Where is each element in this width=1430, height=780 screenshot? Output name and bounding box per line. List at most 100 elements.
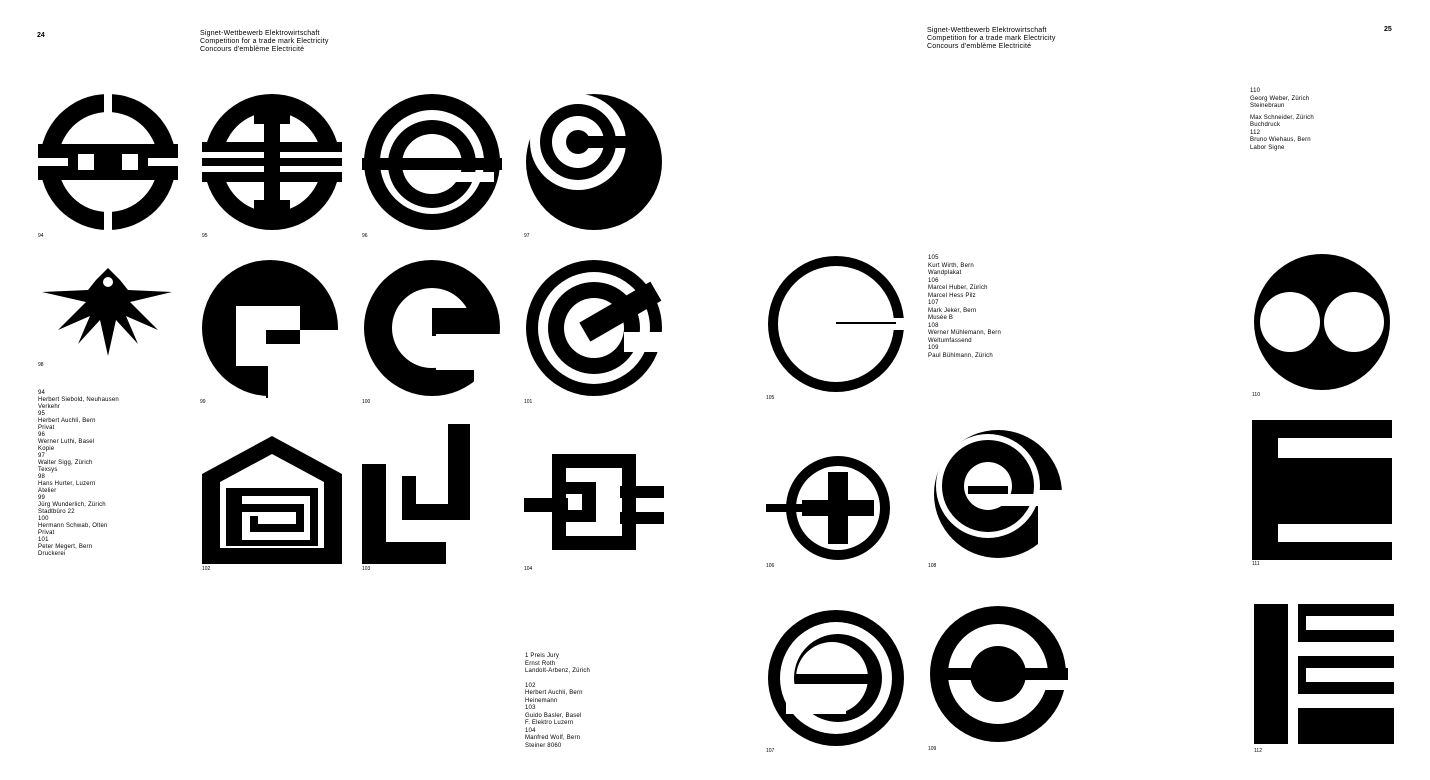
credit-line: Hans Hurter, Luzern [38, 481, 96, 487]
left-page-number: 24 [37, 32, 45, 39]
caption: 104 [524, 566, 533, 572]
caption: 109 [928, 746, 937, 752]
credit-line: Texsys [38, 467, 58, 473]
caption: 97 [524, 233, 530, 239]
right-mid-credits: 105 Kurt Wirth, Bern Wandplakat 106 Marc… [928, 255, 1001, 360]
logo-110 [1252, 252, 1392, 392]
logo-102 [202, 424, 342, 564]
credit-line: Hermann Schwab, Olten [38, 523, 108, 529]
credit-line: Verkehr [38, 404, 61, 410]
credit-line: Privat [38, 530, 55, 536]
credit-line: Labor Signe [1250, 144, 1285, 151]
credit-line: 96 [38, 432, 46, 438]
credit-line: 94 [38, 390, 46, 396]
credit-line: Paul Bühlmann, Zürich [928, 352, 993, 359]
credit-line: Landolt-Arbenz, Zürich [525, 668, 591, 674]
credit-line: 100 [38, 516, 49, 522]
credit-line: 105 [928, 255, 939, 261]
caption: 103 [362, 566, 371, 572]
credit-line: Herbert Siebold, Neuhausen [38, 397, 119, 403]
right-header: Signet-Wettbewerb Elektrowirtschaft Comp… [927, 27, 1056, 51]
left-credits: 94 Herbert Siebold, Neuhausen Verkehr 95… [38, 390, 119, 558]
credit-line: Atelier [38, 488, 57, 494]
logo-112 [1254, 604, 1394, 744]
right-top-credits: 110 Georg Weber, Zürich Steinebraun Max … [1250, 88, 1314, 152]
credit-line: Werner Mühlemann, Bern [928, 330, 1001, 336]
caption: 99 [200, 399, 206, 405]
logo-96 [362, 92, 502, 232]
credit-line: Marcel Huber, Zürich [928, 285, 988, 291]
credit-line: F. Elektro Luzern [525, 720, 574, 726]
logo-103 [362, 424, 502, 564]
credit-line: Privat [38, 425, 55, 431]
logo-106 [766, 424, 906, 564]
logo-101 [524, 258, 664, 398]
credit-line: Stadtbüro 22 [38, 509, 75, 515]
right-page-number: 25 [1384, 26, 1392, 33]
credit-line: Weltumfassend [928, 337, 972, 344]
caption: 95 [202, 233, 208, 239]
credit-line: Kurt Wirth, Bern [928, 262, 974, 269]
credit-line: 102 [525, 682, 536, 689]
header-line: Signet-Wettbewerb Elektrowirtschaft [200, 30, 320, 37]
credit-line: 103 [525, 705, 536, 711]
credit-line: Bruno Wiehaus, Bern [1250, 137, 1311, 143]
credit-line: Peter Megert, Bern [38, 544, 93, 550]
credit-line: Kopie [38, 446, 55, 452]
credit-line [525, 676, 590, 683]
credit-line: Werner Luthi, Basel [38, 439, 95, 445]
caption: 96 [362, 233, 368, 239]
credit-line: Georg Weber, Zürich [1250, 95, 1310, 102]
credit-line: 1 Preis Jury [525, 653, 560, 659]
credit-line: Max Schneider, Zürich [1250, 114, 1314, 121]
credit-line: 95 [38, 411, 46, 417]
caption: 94 [38, 233, 44, 239]
header-line: Concours d'emblème Electricité [927, 43, 1032, 50]
credit-line: Herbert Auchli, Bern [38, 418, 96, 424]
credit-line: Wandplakat [928, 270, 962, 276]
credit-line: Buchdruck [1250, 122, 1281, 128]
caption: 105 [766, 395, 775, 401]
logo-108 [928, 424, 1068, 564]
credit-line: 104 [525, 727, 536, 734]
logo-99 [200, 258, 340, 398]
header-line: Signet-Wettbewerb Elektrowirtschaft [927, 27, 1047, 34]
header-line: Competition for a trade mark Electricity [927, 35, 1056, 42]
logo-107 [766, 608, 906, 748]
credit-line: Steiner 8060 [525, 742, 562, 749]
logo-95 [202, 92, 342, 232]
caption: 111 [1252, 561, 1260, 567]
caption: 102 [202, 566, 211, 572]
caption: 107 [766, 748, 775, 754]
logo-100 [362, 258, 502, 398]
caption: 106 [766, 563, 775, 569]
logo-111 [1252, 420, 1392, 560]
caption: 110 [1252, 392, 1260, 398]
credit-line: Mark Jeker, Bern [928, 307, 977, 314]
credit-line: 98 [38, 474, 46, 480]
credit-line: Heinemann [525, 697, 558, 704]
credit-line: Jürg Wunderlich, Zürich [38, 502, 106, 508]
caption: 108 [928, 563, 937, 569]
logo-104 [524, 424, 664, 564]
logo-94 [38, 92, 178, 232]
credit-line: Ernst Roth [525, 660, 556, 667]
header-line: Concours d'emblème Electricité [200, 46, 305, 53]
credit-line: 97 [38, 453, 46, 459]
credit-line: 110 [1250, 88, 1261, 94]
credit-line: 101 [38, 537, 49, 543]
caption: 98 [38, 362, 44, 368]
logo-98 [38, 258, 178, 398]
credit-line: Steinebraun [1250, 103, 1285, 109]
left-header: Signet-Wettbewerb Elektrowirtschaft Comp… [200, 30, 329, 54]
header-line: Competition for a trade mark Electricity [200, 38, 329, 45]
credit-line: Druckerei [38, 551, 66, 557]
caption: 112 [1254, 748, 1262, 754]
credit-line: 106 [928, 277, 939, 284]
left-bottom-credits: 1 Preis Jury Ernst Roth Landolt-Arbenz, … [525, 653, 590, 750]
caption: 101 [524, 399, 533, 405]
credit-line: 109 [928, 345, 939, 351]
logo-105 [766, 254, 906, 394]
logo-109 [928, 604, 1068, 744]
credit-line: 99 [38, 495, 46, 501]
